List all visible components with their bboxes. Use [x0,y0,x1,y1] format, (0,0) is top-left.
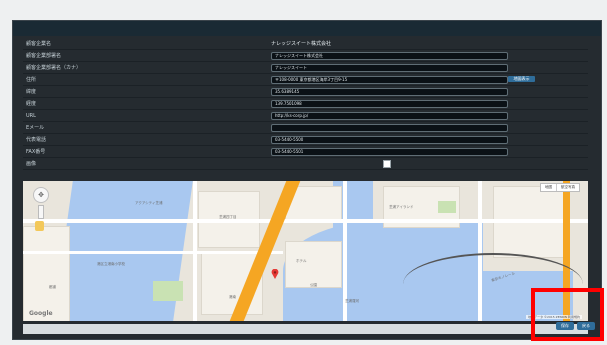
park [438,201,456,213]
field-label: URL [26,112,36,119]
longitude-input[interactable]: 139.7501098 [271,100,508,108]
road [193,181,197,321]
image-checkbox[interactable] [383,160,391,168]
company-name-value: ナレッジスイート株式会社 [271,41,332,47]
map-type-map[interactable]: 地図 [541,184,556,191]
row-longitude: 経度 139.7501098 [23,98,588,110]
map-label: 公園 [310,283,317,287]
field-label: 緯度 [26,89,37,95]
url-input[interactable]: http://ks-corp.jp/ [271,112,508,120]
map-type-control: 地図 航空写真 [540,183,580,192]
google-logo: Google [29,310,53,317]
field-label: 経度 [26,101,37,107]
row-email: Eメール [23,122,588,134]
map-label: 芝浦四丁目 [219,215,237,219]
show-map-button[interactable]: 地図表示 [508,76,535,82]
department-input[interactable]: ナレッジスイート株式会社 [271,52,508,60]
field-label: 代表電話 [26,137,47,143]
field-label: FAX番号 [26,149,46,155]
map-label: 港区立港南小学校 [97,262,125,266]
field-label: 顧客企業部署名（カナ） [26,65,82,71]
field-label: 顧客企業名 [26,41,52,47]
address-input[interactable]: 〒108-0000 東京都港区海岸3丁目9-15 [271,76,508,84]
row-image: 画像 [23,158,588,170]
email-input[interactable] [271,124,508,132]
road [23,251,283,254]
location-pin-icon[interactable] [271,269,279,279]
row-company-name: 顧客企業名 ナレッジスイート株式会社 [23,38,588,50]
row-latitude: 緯度 35.6389145 [23,86,588,98]
field-label: 住所 [26,77,37,83]
park [153,281,183,301]
row-department-kana: 顧客企業部署名（カナ） ナレッジスイート [23,62,588,74]
fax-input[interactable]: 03-5440-5501 [271,148,508,156]
department-kana-input[interactable]: ナレッジスイート [271,64,508,72]
edit-panel: 顧客企業名 ナレッジスイート株式会社 顧客企業部署名 ナレッジスイート株式会社 … [12,20,602,340]
map-label: ホテル [296,259,307,263]
map-label: 芝浦アイランド [389,205,414,209]
highlight-box [531,288,604,341]
map-type-satellite[interactable]: 航空写真 [556,184,579,191]
map-label: 都道 [49,285,56,289]
latitude-input[interactable]: 35.6389145 [271,88,508,96]
row-address: 住所 〒108-0000 東京都港区海岸3丁目9-15 地図表示 [23,74,588,86]
phone-input[interactable]: 03-5440-5500 [271,136,508,144]
city-block [285,241,342,288]
field-label: 顧客企業部署名 [26,53,62,59]
row-department: 顧客企業部署名 ナレッジスイート株式会社 [23,50,588,62]
street-view-pegman-icon[interactable] [35,221,44,231]
panel-titlebar [13,21,601,36]
map-label: 港南 [229,295,236,299]
row-phone: 代表電話 03-5440-5500 [23,134,588,146]
zoom-slider[interactable] [38,205,44,219]
map-view[interactable]: アクアシティ芝浦 芝浦四丁目 港区立港南小学校 ホテル 公園 芝浦アイランド 港… [23,181,588,321]
road [23,219,588,223]
row-fax: FAX番号 03-5440-5501 [23,146,588,158]
field-label: 画像 [26,161,37,167]
city-block [23,226,70,321]
pan-control-icon[interactable]: ✥ [33,187,49,203]
map-label: アクアシティ芝浦 [135,201,163,205]
map-label: 芝浦運河 [345,299,359,303]
row-url: URL http://ks-corp.jp/ [23,110,588,122]
field-label: Eメール [26,125,45,131]
form-footer [23,324,588,334]
